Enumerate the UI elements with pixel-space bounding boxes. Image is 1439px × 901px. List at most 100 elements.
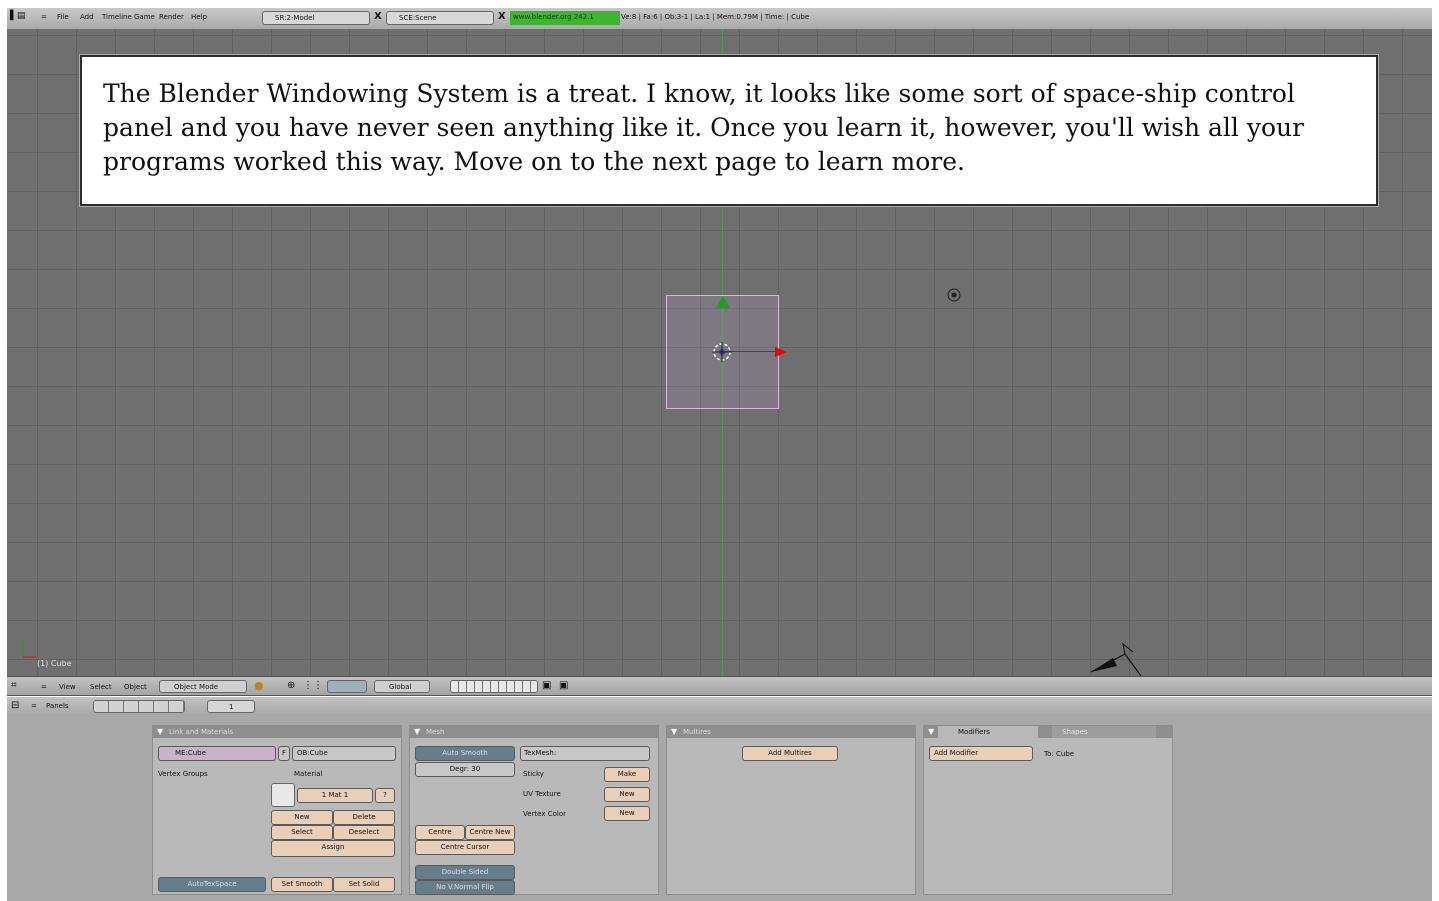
menu-render[interactable]: Render <box>159 13 184 21</box>
panel-title: Multires <box>683 728 711 736</box>
uv-texture-new-button[interactable]: New <box>604 787 650 802</box>
panels-menu[interactable]: Panels <box>46 702 69 710</box>
panel-title: Mesh <box>426 728 445 736</box>
scene-stats: Ve:8 | Fa:6 | Ob:3-1 | La:1 | Mem:0.79M … <box>621 13 810 21</box>
blender-window: ▌▤ = File Add Timeline Game Render Help … <box>0 0 1439 901</box>
multires-panel: ▼ Multires Add Multires <box>666 725 916 895</box>
screen-selector[interactable]: SR:2-Model <box>262 11 370 25</box>
auto-smooth-toggle[interactable]: Auto Smooth <box>415 746 515 761</box>
select-material-button[interactable]: Select <box>271 825 333 840</box>
frame-field[interactable]: 1 <box>207 700 255 713</box>
website-link[interactable]: www.blender.org 242.1 <box>510 11 620 25</box>
buttons-header: ⊟ = Panels 1 <box>7 697 1432 717</box>
texmesh-field[interactable]: TexMesh: <box>520 746 650 761</box>
assign-material-button[interactable]: Assign <box>271 840 395 857</box>
new-material-button[interactable]: New <box>271 810 333 825</box>
3d-cursor-icon <box>712 342 732 362</box>
mode-selector[interactable]: Object Mode <box>159 680 247 693</box>
context-buttons[interactable] <box>93 700 185 713</box>
panel-header[interactable]: ▼ Link and Materials <box>153 726 401 738</box>
3d-view-type-icon[interactable]: ⌗ <box>11 680 17 691</box>
info-header: ▌▤ = File Add Timeline Game Render Help … <box>7 8 1432 30</box>
delete-screen-icon[interactable]: X <box>374 11 382 22</box>
sticky-label: Sticky <box>523 770 544 778</box>
vertex-color-label: Vertex Color <box>523 810 567 818</box>
screen-name: SR:2-Model <box>275 14 315 22</box>
y-arrow-icon[interactable] <box>716 296 730 308</box>
sticky-make-button[interactable]: Make <box>604 767 650 782</box>
orientation-selector[interactable]: Global <box>374 680 430 693</box>
material-help-button[interactable]: ? <box>375 788 395 803</box>
axis-gizmo-icon <box>22 641 37 658</box>
vertex-color-new-button[interactable]: New <box>604 806 650 821</box>
add-modifier-button[interactable]: Add Modifier <box>929 746 1033 761</box>
buttons-window-type-icon[interactable]: ⊟ <box>11 700 19 711</box>
render-icon[interactable]: ▣ <box>559 680 568 691</box>
set-solid-button[interactable]: Set Solid <box>333 877 395 892</box>
delete-material-button[interactable]: Delete <box>333 810 395 825</box>
active-object-label: (1) Cube <box>37 659 72 668</box>
tutorial-note-text: The Blender Windowing System is a treat.… <box>103 79 1305 176</box>
degr-field[interactable]: Degr: 30 <box>415 762 515 777</box>
no-v-normal-flip-toggle[interactable]: No V.Normal Flip <box>415 880 515 895</box>
mesh-name-field[interactable]: ME:Cube <box>158 746 276 761</box>
tab-modifiers[interactable]: Modifiers <box>938 726 1038 738</box>
menu-game[interactable]: Game <box>134 13 155 21</box>
collapse-triangle-icon[interactable]: ▼ <box>414 726 420 738</box>
panel-title: Link and Materials <box>169 728 234 736</box>
pivot-icon[interactable]: ⊕ <box>287 680 295 691</box>
manipulator-toggle[interactable] <box>327 680 367 693</box>
window-type-icon[interactable]: ▌▤ <box>10 11 25 21</box>
scene-selector[interactable]: SCE:Scene <box>386 11 494 25</box>
set-smooth-button[interactable]: Set Smooth <box>271 877 333 892</box>
3d-view-header: ⌗ = View Select Object Object Mode ● ⊕ ⋮… <box>7 676 1432 696</box>
centre-button[interactable]: Centre <box>415 825 465 840</box>
panel-header[interactable]: ▼ Mesh <box>410 726 658 738</box>
menu-add[interactable]: Add <box>80 13 94 21</box>
material-index-field[interactable]: 1 Mat 1 <box>297 788 373 803</box>
collapse-triangle-icon[interactable]: ▼ <box>157 726 163 738</box>
fake-user-button[interactable]: F <box>278 746 290 761</box>
delete-scene-icon[interactable]: X <box>498 11 506 22</box>
add-multires-button[interactable]: Add Multires <box>742 746 838 761</box>
collapse-triangle-icon[interactable]: ▼ <box>928 726 934 738</box>
panel-tabs: ▼ Modifiers Shapes <box>924 726 1172 738</box>
collapse-triangle-icon[interactable]: ▼ <box>671 726 677 738</box>
lock-icon[interactable]: ▣ <box>542 680 551 691</box>
snap-icon[interactable]: ⋮⋮ <box>303 680 323 691</box>
panel-header[interactable]: ▼ Multires <box>667 726 915 738</box>
collapse-arrow-icon[interactable]: = <box>41 683 47 691</box>
menu-view[interactable]: View <box>59 683 76 691</box>
autotexspace-button[interactable]: AutoTexSpace <box>158 877 266 892</box>
object-name-field[interactable]: OB:Cube <box>292 746 396 761</box>
tutorial-note: The Blender Windowing System is a treat.… <box>79 54 1379 207</box>
modifier-target-label: To: Cube <box>1044 750 1075 758</box>
orientation-label: Global <box>389 683 412 691</box>
modifiers-panel: ▼ Modifiers Shapes Add Modifier To: Cube <box>923 725 1173 895</box>
material-label: Material <box>294 770 323 778</box>
layer-buttons[interactable] <box>450 680 538 693</box>
material-preview <box>271 783 295 807</box>
lamp-icon[interactable] <box>946 287 962 303</box>
collapse-arrow-icon[interactable]: = <box>41 13 47 21</box>
menu-file[interactable]: File <box>57 13 69 21</box>
collapse-arrow-icon[interactable]: = <box>31 702 37 710</box>
mode-label: Object Mode <box>174 683 219 691</box>
x-arrow-icon[interactable] <box>775 347 787 357</box>
menu-object[interactable]: Object <box>124 683 147 691</box>
centre-new-button[interactable]: Centre New <box>465 825 515 840</box>
tab-shapes[interactable]: Shapes <box>1052 726 1156 738</box>
3d-viewport[interactable]: The Blender Windowing System is a treat.… <box>7 29 1432 676</box>
camera-icon[interactable] <box>1083 640 1153 676</box>
centre-cursor-button[interactable]: Centre Cursor <box>415 840 515 855</box>
draw-type-icon[interactable]: ● <box>254 679 264 692</box>
vertex-groups-label: Vertex Groups <box>158 770 208 778</box>
link-materials-panel: ▼ Link and Materials ME:Cube F OB:Cube Ve… <box>152 725 402 895</box>
mesh-panel: ▼ Mesh Auto Smooth Degr: 30 TexMesh: Stic… <box>409 725 659 895</box>
buttons-window: ▼ Link and Materials ME:Cube F OB:Cube Ve… <box>7 716 1432 901</box>
menu-timeline[interactable]: Timeline <box>102 13 132 21</box>
deselect-material-button[interactable]: Deselect <box>333 825 395 840</box>
menu-select[interactable]: Select <box>90 683 112 691</box>
menu-help[interactable]: Help <box>191 13 207 21</box>
double-sided-toggle[interactable]: Double Sided <box>415 865 515 880</box>
